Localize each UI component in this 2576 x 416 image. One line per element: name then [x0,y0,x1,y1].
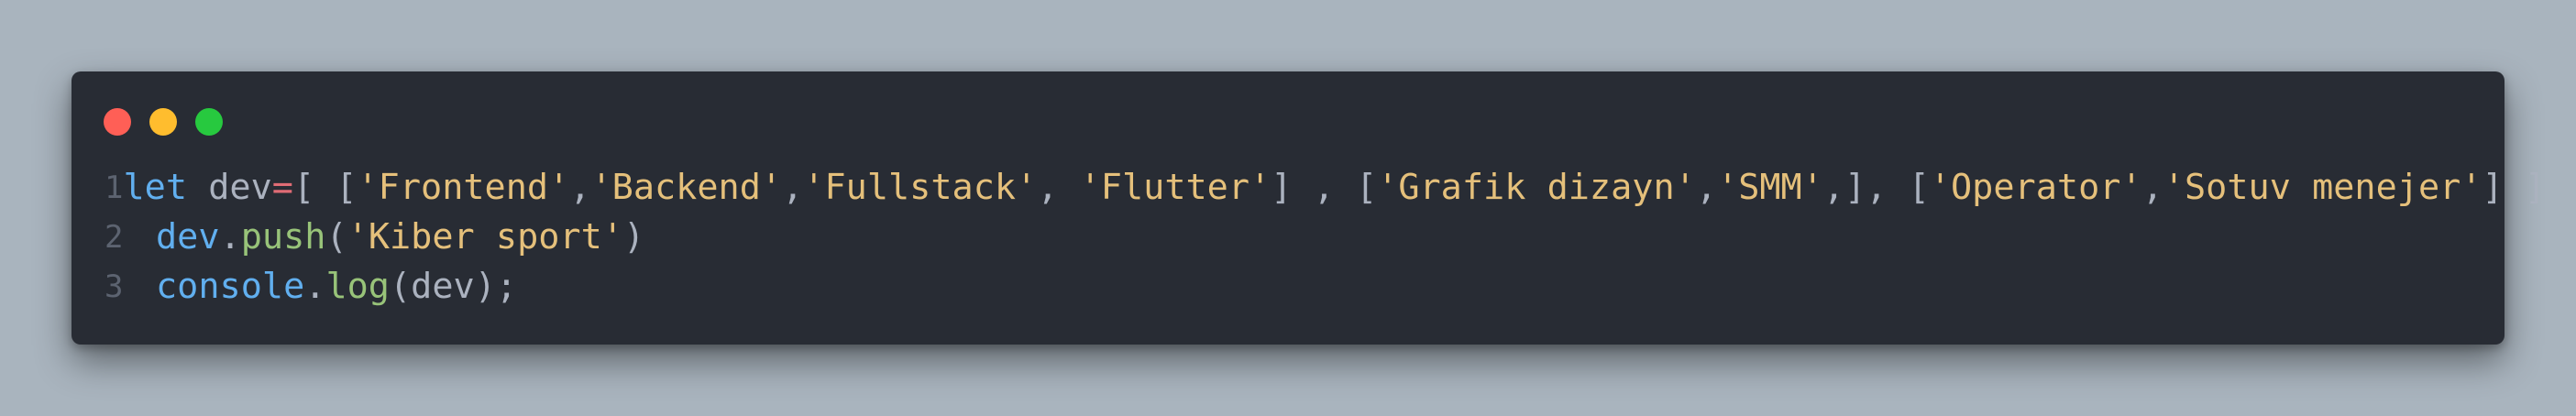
code-token: dev [156,216,220,257]
line-number: 3 [105,268,124,305]
code-token: , [1695,167,1718,208]
close-dot-icon[interactable] [104,108,131,136]
code-token: , [1037,167,1080,208]
code-token: 'Grafik dizayn' [1377,167,1696,208]
code-token: dev [187,167,272,208]
minimize-dot-icon[interactable] [149,108,177,136]
code-token: console [156,266,305,307]
code-token: ( [325,216,347,257]
code-line-1: 1 let dev =[ ['Frontend', 'Backend', 'Fulls… [105,163,2546,213]
line-number: 2 [105,219,124,256]
code-token: = [271,167,293,208]
code-token: . [219,216,241,257]
code-token: ,], [ [1822,167,1930,208]
code-window: 1 let dev =[ ['Frontend', 'Backend', 'Fulls… [72,71,2546,345]
code-token: (dev); [390,266,518,307]
code-token: log [325,266,390,307]
code-token: 'Backend' [590,167,783,208]
window-controls [104,108,223,136]
code-token: ) [622,216,645,257]
code-line-3: 3 console. log (dev); [105,262,2486,312]
code-token: [ [ [292,167,358,208]
code-token: 'Flutter' [1079,167,1271,208]
code-block: 1 let dev =[ ['Frontend', 'Backend', 'Fulls… [105,163,2546,312]
line-number: 1 [105,170,124,206]
code-token: , [782,167,804,208]
code-token: push [240,216,326,257]
maximize-dot-icon[interactable] [195,108,223,136]
code-token: 'Frontend' [357,167,570,208]
code-token: . [304,266,326,307]
code-token: 'Operator' [1929,167,2142,208]
code-token: ] , [ [1271,167,1378,208]
code-token: 'Kiber sport' [347,216,623,257]
code-token: , [569,167,591,208]
code-line-2: 2 dev. push('Kiber sport') [105,213,2486,262]
code-token: ] ] [2482,167,2547,208]
code-token: let [123,167,188,208]
code-token: , [2141,167,2163,208]
code-token: 'SMM' [1717,167,1823,208]
code-token: 'Fullstack' [803,167,1038,208]
code-token: 'Sotuv menejer' [2163,167,2482,208]
